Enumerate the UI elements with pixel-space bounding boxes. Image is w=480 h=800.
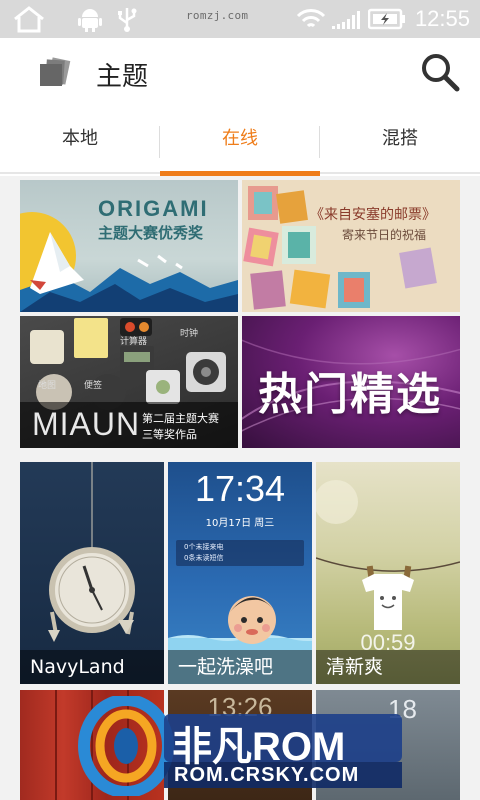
tab-label: 本地	[62, 128, 98, 149]
theme-tile-fresh[interactable]: 00:59 清新爽	[316, 462, 460, 684]
theme-name: 清新爽	[316, 650, 460, 684]
banner-origami[interactable]: ORIGAMI 主题大赛优秀奖	[20, 180, 238, 312]
tab-bar: 本地 在线 混搭	[0, 110, 480, 176]
android-icon	[78, 9, 102, 32]
banner-stamps[interactable]: 《来自安塞的邮票》 寄来节日的祝福	[242, 180, 460, 312]
theme-name: NavyLand	[20, 650, 164, 684]
tab-mix[interactable]: 混搭	[320, 110, 480, 174]
status-bar: romzj.com 12:55	[0, 0, 480, 38]
miaun-icon-label: 计算器	[120, 337, 148, 347]
status-url: romzj.com	[186, 9, 249, 22]
banner-title: 热门精选	[258, 369, 442, 420]
banner-title: 《来自安塞的邮票》	[310, 207, 436, 223]
banner-subtitle: 三等奖作品	[142, 428, 197, 441]
tab-local[interactable]: 本地	[0, 110, 160, 174]
usb-icon	[118, 8, 137, 32]
banner-title: ORIGAMI	[98, 196, 209, 221]
page-title: 主题	[96, 62, 149, 92]
banner-subtitle: 寄来节日的祝福	[342, 228, 427, 242]
home-icon	[14, 6, 44, 33]
theme-tile-navyland[interactable]: NavyLand	[20, 462, 164, 684]
tab-label: 混搭	[382, 128, 418, 149]
banner-subtitle: 第二届主题大赛	[142, 412, 219, 425]
tab-online[interactable]: 在线	[160, 110, 320, 176]
miaun-icon-label: 时钟	[180, 329, 199, 339]
signal-icon	[332, 11, 360, 29]
search-icon[interactable]	[420, 52, 460, 92]
battery-charging-icon	[368, 8, 405, 30]
action-bar: 主题	[0, 38, 480, 110]
status-clock: 12:55	[414, 6, 470, 31]
stamps-artwork	[243, 186, 437, 310]
miaun-icon-label: 便签	[84, 381, 103, 391]
theme-tile-bath[interactable]: 17:34 10月17日 周三 0个未接来电 0条未读短信 一起洗澡吧	[168, 462, 312, 684]
themes-icon[interactable]	[38, 56, 72, 88]
miaun-icon-label: 地图	[38, 381, 57, 391]
wifi-icon	[296, 9, 326, 28]
tab-label: 在线	[222, 128, 258, 149]
watermark-logo: 非凡ROM ROM.CRSKY.COM	[78, 696, 418, 796]
banner-subtitle: 主题大赛优秀奖	[98, 224, 204, 242]
banner-title: MIAUN	[32, 406, 141, 442]
theme-name: 一起洗澡吧	[168, 650, 312, 684]
watermark-url: ROM.CRSKY.COM	[174, 764, 360, 786]
banner-hot-picks[interactable]: 热门精选	[242, 316, 460, 448]
banner-miaun[interactable]: 地图 便签 计算器 时钟 MIAUN 第二届主题大赛 三等奖作品	[20, 316, 238, 448]
